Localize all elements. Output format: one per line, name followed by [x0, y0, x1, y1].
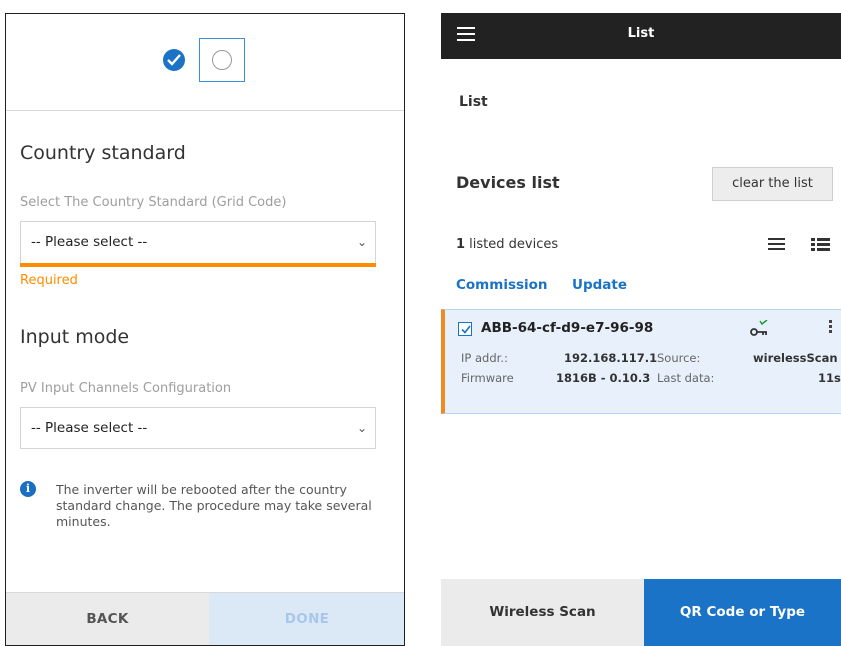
app-bar: List: [441, 13, 841, 59]
error-underline: [20, 263, 376, 267]
firmware-value: 1816B - 0.10.3: [556, 371, 651, 385]
device-list-item[interactable]: ABB-64-cf-d9-e7-96-98 IP addr.: 192.168.…: [441, 309, 841, 414]
input-mode-title: Input mode: [20, 326, 130, 348]
done-button[interactable]: DONE: [209, 593, 404, 645]
country-standard-value: -- Please select --: [31, 234, 148, 250]
step-2-current[interactable]: [199, 38, 245, 82]
pv-input-value: -- Please select --: [31, 420, 148, 436]
last-data-label: Last data:: [657, 371, 715, 385]
last-data-value: 11s: [818, 371, 841, 385]
pv-input-select[interactable]: -- Please select -- ⌄: [20, 407, 376, 449]
device-checkbox[interactable]: [458, 322, 472, 336]
devices-list-screen: List List Devices list clear the list 1 …: [441, 13, 841, 646]
key-check-icon: [750, 319, 772, 338]
reboot-info-text: The inverter will be rebooted after the …: [56, 482, 372, 529]
device-count-text: listed devices: [465, 237, 559, 252]
pv-input-label: PV Input Channels Configuration: [20, 381, 232, 396]
app-bar-title: List: [627, 26, 655, 41]
qr-code-button[interactable]: QR Code or Type: [644, 579, 841, 646]
tab-update[interactable]: Update: [572, 277, 627, 293]
wizard-stepper: [6, 38, 404, 88]
back-button[interactable]: BACK: [6, 593, 209, 645]
country-standard-title: Country standard: [20, 142, 186, 164]
country-standard-select[interactable]: -- Please select -- ⌄: [20, 221, 376, 263]
list-view-icon[interactable]: [768, 238, 785, 253]
detail-view-icon[interactable]: [811, 238, 830, 253]
chevron-down-icon: ⌄: [356, 235, 367, 249]
source-label: Source:: [657, 351, 701, 365]
device-count: 1 listed devices: [456, 237, 558, 252]
step-1-complete-icon[interactable]: [163, 49, 185, 71]
country-standard-label: Select The Country Standard (Grid Code): [20, 195, 287, 210]
info-icon: i: [20, 481, 36, 497]
device-name: ABB-64-cf-d9-e7-96-98: [481, 320, 654, 336]
device-count-number: 1: [456, 237, 466, 252]
step-2-circle-icon: [212, 50, 232, 70]
country-standard-screen: Country standard Select The Country Stan…: [5, 13, 405, 646]
wireless-scan-button[interactable]: Wireless Scan: [441, 579, 644, 646]
more-options-icon[interactable]: [829, 320, 833, 335]
ip-label: IP addr.:: [461, 351, 508, 365]
tab-commission[interactable]: Commission: [456, 277, 548, 293]
devices-list-title: Devices list: [456, 173, 560, 192]
divider: [6, 110, 404, 111]
required-error-text: Required: [20, 273, 78, 288]
source-value: wirelessScan: [753, 351, 838, 365]
page-title: List: [459, 94, 488, 110]
clear-list-button[interactable]: clear the list: [712, 167, 833, 201]
ip-value: 192.168.117.1: [564, 351, 658, 365]
chevron-down-icon: ⌄: [356, 421, 367, 435]
firmware-label: Firmware: [461, 371, 514, 385]
